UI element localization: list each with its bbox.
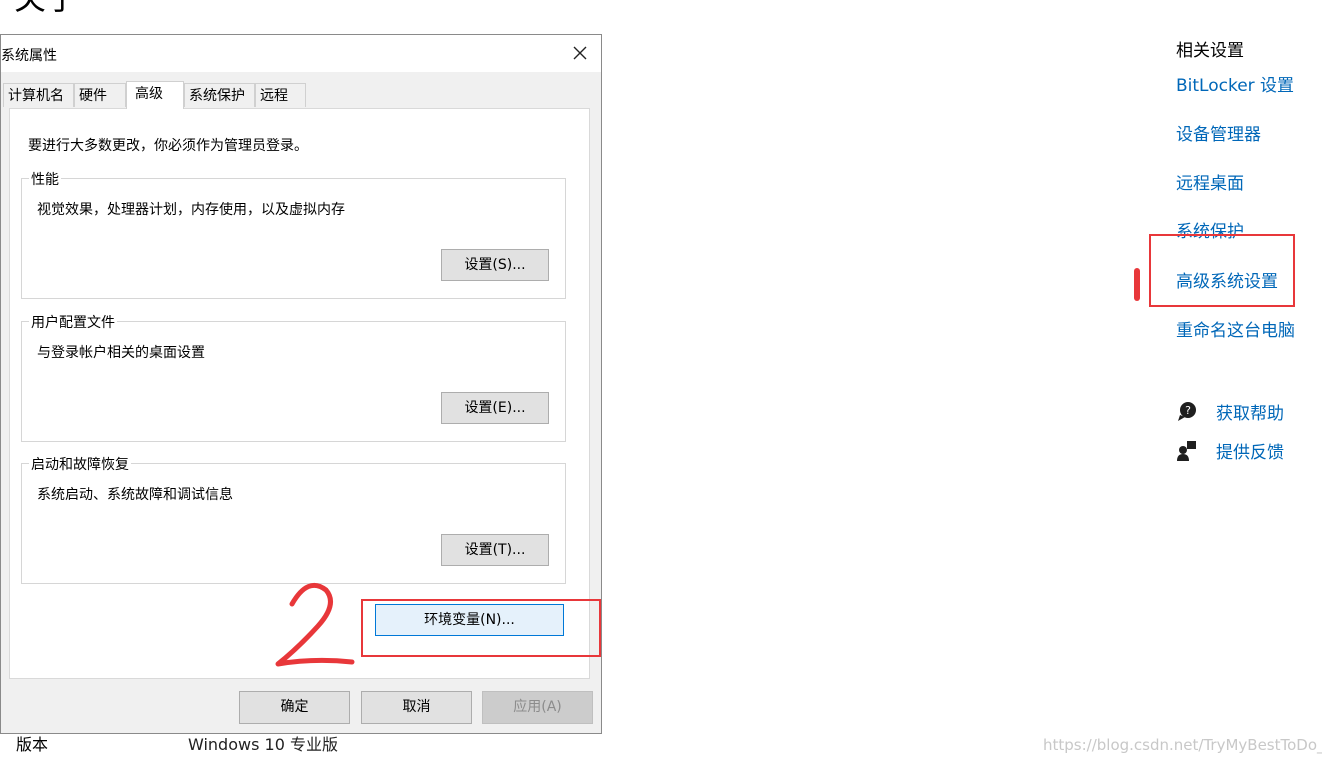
user-profiles-settings-button[interactable]: 设置(E)... <box>441 392 549 424</box>
tab-remote[interactable]: 远程 <box>255 83 306 107</box>
user-profiles-desc: 与登录帐户相关的桌面设置 <box>37 345 205 361</box>
close-button[interactable] <box>563 41 597 67</box>
cancel-button[interactable]: 取消 <box>361 691 472 724</box>
link-rename-pc[interactable]: 重命名这台电脑 <box>1176 316 1295 341</box>
user-profiles-group-label: 用户配置文件 <box>29 312 117 332</box>
get-help-label: 获取帮助 <box>1216 404 1284 424</box>
tab-computer-name[interactable]: 计算机名 <box>3 83 74 107</box>
performance-desc: 视觉效果，处理器计划，内存使用，以及虚拟内存 <box>37 202 345 218</box>
feedback-label: 提供反馈 <box>1216 443 1284 463</box>
apply-button[interactable]: 应用(A) <box>482 691 593 724</box>
performance-group: 性能 视觉效果，处理器计划，内存使用，以及虚拟内存 设置(S)... <box>21 169 566 299</box>
annotation-step2-mark <box>270 578 362 674</box>
link-device-manager[interactable]: 设备管理器 <box>1176 120 1261 145</box>
performance-settings-button[interactable]: 设置(S)... <box>441 249 549 281</box>
annotation-box-advanced-settings <box>1149 234 1295 307</box>
annotation-step1-mark <box>1134 268 1140 301</box>
dialog-title: 系统属性 <box>1 48 57 64</box>
link-bitlocker[interactable]: BitLocker 设置 <box>1176 71 1294 96</box>
edition-label: 版本 <box>16 735 49 754</box>
watermark: https://blog.csdn.net/TryMyBestToDo_ <box>1043 736 1322 754</box>
help-chat-icon: ? <box>1176 401 1198 423</box>
admin-note: 要进行大多数更改，你必须作为管理员登录。 <box>28 138 308 154</box>
tab-hardware[interactable]: 硬件 <box>74 83 126 107</box>
startup-recovery-group-label: 启动和故障恢复 <box>29 454 131 474</box>
startup-recovery-settings-button[interactable]: 设置(T)... <box>441 534 549 566</box>
close-icon <box>573 45 587 64</box>
svg-text:?: ? <box>1185 404 1191 417</box>
feedback-person-icon <box>1176 440 1198 462</box>
link-remote-desktop[interactable]: 远程桌面 <box>1176 169 1244 194</box>
ok-button[interactable]: 确定 <box>239 691 350 724</box>
dialog-titlebar: 系统属性 <box>1 35 601 72</box>
feedback-link[interactable]: 提供反馈 <box>1176 438 1284 463</box>
tab-advanced[interactable]: 高级 <box>126 81 184 109</box>
edition-value: Windows 10 专业版 <box>188 735 338 754</box>
startup-recovery-group: 启动和故障恢复 系统启动、系统故障和调试信息 设置(T)... <box>21 454 566 584</box>
annotation-box-env-variables <box>361 599 601 657</box>
related-settings-heading: 相关设置 <box>1176 41 1244 61</box>
user-profiles-group: 用户配置文件 与登录帐户相关的桌面设置 设置(E)... <box>21 312 566 442</box>
get-help-link[interactable]: ? 获取帮助 <box>1176 399 1284 424</box>
performance-group-label: 性能 <box>29 169 61 189</box>
startup-recovery-desc: 系统启动、系统故障和调试信息 <box>37 487 233 503</box>
tab-system-protection[interactable]: 系统保护 <box>184 83 255 107</box>
page-title: 关于 <box>14 0 78 18</box>
